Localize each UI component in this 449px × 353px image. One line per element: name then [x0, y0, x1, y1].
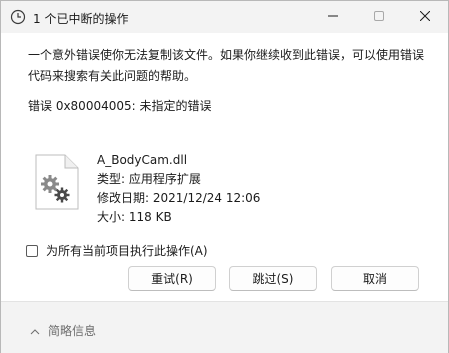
fewer-details-label[interactable]: 简略信息 — [48, 322, 96, 339]
dialog-content: 一个意外错误使你无法复制该文件。如果你继续收到此错误，可以使用错误代码来搜索有关… — [1, 33, 448, 301]
error-code: 错误 0x80004005: 未指定的错误 — [28, 99, 212, 113]
close-icon — [419, 10, 431, 24]
clock-icon — [10, 9, 26, 25]
maximize-button[interactable] — [356, 1, 402, 33]
maximize-icon — [374, 10, 384, 24]
settings-file-icon — [35, 154, 79, 210]
apply-all-label[interactable]: 为所有当前项目执行此操作(A) — [46, 242, 208, 259]
retry-button[interactable]: 重试(R) — [128, 266, 216, 291]
file-size: 大小: 118 KB — [97, 210, 172, 224]
apply-all-row[interactable]: 为所有当前项目执行此操作(A) — [26, 242, 208, 259]
file-details: A_BodyCam.dll 类型: 应用程序扩展 修改日期: 2021/12/2… — [97, 151, 260, 227]
apply-all-checkbox[interactable] — [26, 244, 38, 257]
minimize-button[interactable] — [310, 1, 356, 33]
file-type: 类型: 应用程序扩展 — [97, 172, 201, 186]
minimize-icon — [328, 10, 338, 24]
error-message: 一个意外错误使你无法复制该文件。如果你继续收到此错误，可以使用错误代码来搜索有关… — [28, 48, 425, 83]
file-name: A_BodyCam.dll — [97, 153, 188, 167]
error-dialog: 1 个已中断的操作 一个意外错误使你无法复制该文件。如果你继续收到此错误，可以使… — [0, 0, 449, 353]
cancel-button[interactable]: 取消 — [331, 266, 419, 291]
close-button[interactable] — [402, 1, 448, 33]
chevron-up-icon — [30, 324, 48, 338]
footer: 简略信息 — [1, 301, 448, 353]
file-modified: 修改日期: 2021/12/24 12:06 — [97, 191, 261, 205]
window-title: 1 个已中断的操作 — [33, 12, 129, 26]
title-bar: 1 个已中断的操作 — [1, 1, 448, 33]
skip-button[interactable]: 跳过(S) — [229, 266, 317, 291]
fewer-details-toggle[interactable]: 简略信息 — [30, 322, 96, 339]
